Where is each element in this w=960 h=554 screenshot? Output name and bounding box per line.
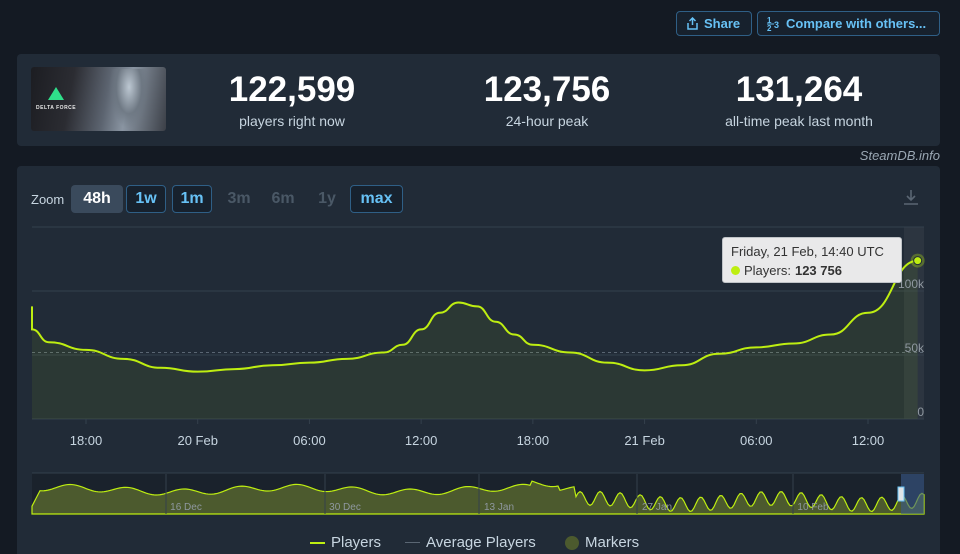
svg-text:2: 2 bbox=[767, 24, 772, 31]
legend-markers-label: Markers bbox=[585, 534, 640, 551]
stats-card: DELTA FORCE 122,599 players right now 12… bbox=[17, 54, 940, 146]
download-icon[interactable] bbox=[902, 188, 920, 211]
compare-button[interactable]: 123 Compare with others... bbox=[757, 11, 940, 36]
share-label: Share bbox=[704, 16, 741, 31]
character-art bbox=[109, 69, 149, 129]
peak-month-label: all-time peak last month bbox=[725, 113, 873, 129]
zoom-3m-button: 3m bbox=[227, 190, 251, 207]
svg-text:3: 3 bbox=[774, 20, 779, 30]
game-logo-text: DELTA FORCE bbox=[36, 105, 77, 111]
tooltip-value: 123 756 bbox=[794, 263, 842, 278]
stat-24h-peak: 123,756 24-hour peak bbox=[427, 70, 667, 130]
zoom-48h-button[interactable]: 48h bbox=[71, 185, 123, 213]
legend-markers[interactable]: Markers bbox=[565, 534, 639, 551]
peak-month-value: 131,264 bbox=[735, 70, 863, 109]
compare-label: Compare with others... bbox=[786, 16, 927, 31]
legend-average-players[interactable]: Average Players bbox=[405, 534, 536, 551]
tooltip-date: Friday, 21 Feb, 14:40 UTC bbox=[731, 244, 884, 259]
zoom-1m-button[interactable]: 1m bbox=[172, 185, 212, 213]
legend-players[interactable]: Players bbox=[310, 534, 381, 551]
chart-tooltip: Friday, 21 Feb, 14:40 UTC Players: 123 7… bbox=[722, 237, 902, 283]
chart-card: Zoom 48h 1w 1m 3m 6m 1y max bbox=[17, 166, 940, 554]
peak-24h-label: 24-hour peak bbox=[505, 113, 589, 129]
game-thumbnail[interactable]: DELTA FORCE bbox=[31, 67, 166, 131]
zoom-max-button[interactable]: max bbox=[350, 185, 403, 213]
tooltip-series-dot bbox=[731, 266, 740, 275]
tooltip-series-label: Players: bbox=[744, 263, 791, 278]
steamdb-credit[interactable]: SteamDB.info bbox=[860, 148, 940, 163]
share-icon bbox=[686, 17, 699, 30]
stat-current-players: 122,599 players right now bbox=[172, 70, 412, 130]
legend-average-label: Average Players bbox=[426, 534, 536, 551]
players-line-swatch bbox=[310, 541, 325, 544]
chart-legend: Players Average Players Markers bbox=[0, 534, 960, 554]
markers-dot-swatch bbox=[565, 535, 579, 550]
game-logo-icon bbox=[48, 87, 64, 100]
share-button[interactable]: Share bbox=[676, 11, 752, 36]
stat-alltime-peak: 131,264 all-time peak last month bbox=[679, 70, 919, 130]
current-players-value: 122,599 bbox=[228, 70, 356, 109]
average-line-swatch bbox=[405, 542, 420, 543]
compare-icon: 123 bbox=[767, 16, 781, 31]
zoom-1y-button: 1y bbox=[318, 190, 336, 207]
zoom-label: Zoom bbox=[31, 192, 65, 207]
peak-24h-value: 123,756 bbox=[483, 70, 611, 109]
zoom-1w-button[interactable]: 1w bbox=[126, 185, 166, 213]
current-players-label: players right now bbox=[239, 113, 345, 129]
legend-players-label: Players bbox=[331, 534, 382, 551]
zoom-6m-button: 6m bbox=[271, 190, 295, 207]
top-toolbar: Share 123 Compare with others... bbox=[0, 0, 960, 46]
